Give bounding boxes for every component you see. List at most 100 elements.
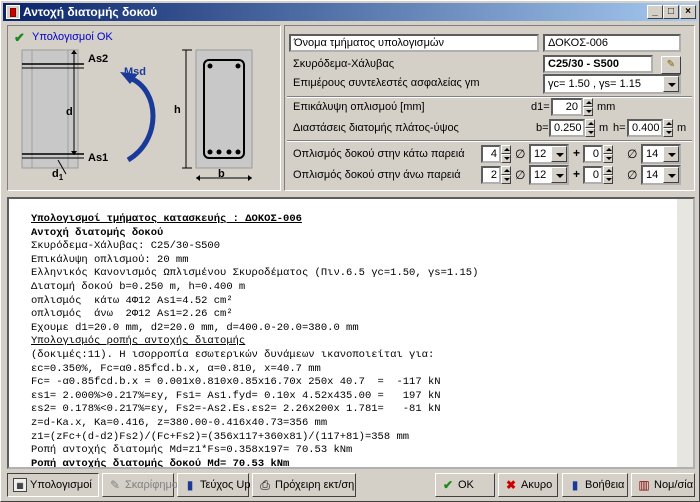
app-icon (6, 5, 20, 19)
material-picker-icon[interactable]: ✎ (661, 56, 681, 74)
material-label: Σκυρόδεμα-Χάλυβας (293, 58, 395, 70)
d-label: d (66, 106, 73, 118)
printer-icon: ⎙ (260, 478, 270, 492)
h-prefix: h= (613, 122, 626, 134)
top-diam1-select[interactable]: 12 (529, 165, 569, 185)
h-unit: m (677, 122, 687, 134)
h-label: h (174, 104, 181, 116)
cancel-button[interactable]: ✖ Ακυρο (498, 473, 558, 497)
help-book-icon: ▮ (571, 478, 579, 492)
report-line: εs1= 2.000%>0.217%=εy, Fs1= As1.fyd= 0.1… (31, 389, 441, 402)
bottom-diam1-select[interactable]: 12 (529, 144, 569, 164)
top-count2-input[interactable]: 0 (583, 166, 603, 184)
help-button[interactable]: ▮ Βοήθεια (562, 473, 628, 497)
report-line: εc=0.350%, Fc=α0.85fcd.b.x, α=0.810, x=4… (31, 362, 321, 375)
beam-diagram (21, 49, 253, 181)
bottom-count2-spinner[interactable] (603, 145, 613, 163)
name-label-box: Όνομα τμήματος υπολογισμών (289, 34, 539, 52)
top-diam2-select[interactable]: 14 (641, 165, 681, 185)
calc-button[interactable]: ▦ Υπολογισμοί (7, 473, 99, 497)
report-line: Υπολογισμός ροπής αντοχής διατομής (31, 335, 246, 348)
draft-print-button[interactable]: ⎙ Πρόχειρη εκτ/ση (252, 473, 356, 497)
report-line: Διατομή δοκού b=0.250 m, h=0.400 m (31, 280, 246, 293)
minimize-button[interactable]: _ (647, 5, 663, 19)
bottom-count2-input[interactable]: 0 (583, 145, 603, 163)
report-line: Ροπή αντοχής διατομής Md=z1*Fs=0.358x197… (31, 444, 353, 457)
close-button[interactable]: × (680, 5, 696, 19)
name-input[interactable]: ΔΟΚΟΣ-006 (543, 34, 681, 52)
diameter-icon: ∅ (627, 168, 638, 182)
report-line: οπλισμός κάτω 4Φ12 As1=4.52 cm² (31, 294, 233, 307)
report-line: Επικάλυψη οπλισμού: 20 mm (31, 253, 189, 266)
h-input[interactable]: 0.400 (627, 119, 663, 137)
chevron-down-icon[interactable] (663, 76, 679, 92)
plus-label: + (573, 167, 581, 181)
report-line: Ροπή αντοχής διατομής δοκού Md= 70.53 kN… (31, 457, 290, 469)
report-line: Υπολογισμοί τμήματος κατασκευής : ΔΟΚΟΣ-… (31, 213, 302, 225)
maximize-button[interactable]: □ (663, 5, 679, 19)
dims-label: Διαστάσεις διατομής πλάτος-ύψος (293, 122, 459, 134)
msd-label: Msd (124, 66, 146, 78)
top-rebar-label: Οπλισμός δοκού στην άνω παρειά (293, 169, 461, 181)
bottom-diam2-select[interactable]: 14 (641, 144, 681, 164)
report-line: οπλισμός άνω 2Φ12 As1=2.26 cm² (31, 308, 233, 321)
ok-button[interactable]: ✔ OK (435, 473, 495, 497)
chevron-down-icon[interactable] (663, 146, 679, 162)
safety-label: Επιμέρους συντελεστές ασφαλείας γm (293, 77, 480, 89)
divider (287, 96, 692, 98)
chevron-down-icon[interactable] (551, 146, 567, 162)
cover-prefix: d1= (531, 101, 550, 113)
report-line: Σκυρόδεμα-Χάλυβας: C25/30-S500 (31, 240, 221, 253)
chevron-down-icon[interactable] (663, 167, 679, 183)
report-line: Εχουμε d1=20.0 mm, d2=20.0 mm, d=400.0-2… (31, 321, 359, 334)
bottom-count1-input[interactable]: 4 (481, 145, 501, 163)
diameter-icon: ∅ (515, 147, 526, 161)
b-input[interactable]: 0.250 (549, 119, 585, 137)
plus-label: + (573, 146, 581, 160)
vertical-scrollbar[interactable] (677, 199, 693, 467)
divider (287, 140, 692, 142)
section-drawing-panel: ✔ Υπολογισμοί ΟΚ As2 As1 Msd d d1 h b (7, 25, 281, 191)
report-line: (δοκιμές:11). Η ισορροπία εσωτερικών δυν… (31, 348, 435, 361)
sketch-button[interactable]: ✎ Σκαρίφημα (102, 473, 178, 497)
top-count1-input[interactable]: 2 (481, 166, 501, 184)
safety-select[interactable]: γc= 1.50 , γs= 1.15 (543, 74, 681, 94)
cover-spinner[interactable] (583, 98, 593, 116)
regulations-button[interactable]: ▥ Νομ/σία (631, 473, 695, 497)
b-spinner[interactable] (585, 119, 595, 137)
cover-label: Επικάλυψη οπλισμού [mm] (293, 101, 425, 113)
check-icon: ✔ (442, 478, 454, 492)
top-count1-spinner[interactable] (501, 166, 511, 184)
binder-button[interactable]: ▮ Τεύχος Up (177, 473, 250, 497)
b-unit: m (599, 122, 609, 134)
report-content: Υπολογισμοί τμήματος κατασκευής : ΔΟΚΟΣ-… (31, 213, 478, 469)
sketch-icon: ✎ (109, 478, 121, 492)
bottom-rebar-label: Οπλισμός δοκού στην κάτω παρειά (293, 148, 465, 160)
cover-input[interactable]: 20 (551, 98, 583, 116)
window-title: Αντοχή διατομής δοκού (23, 5, 158, 19)
books-icon: ▥ (638, 478, 650, 492)
report-line: Αντοχή διατομής δοκού (31, 226, 164, 239)
close-icon: ✖ (505, 478, 517, 492)
report-line: z1=(zFc+(d-d2)Fs2)/(Fc+Fs2)=(356x117+360… (31, 430, 410, 443)
diameter-icon: ∅ (627, 147, 638, 161)
d1-label: d1 (52, 168, 64, 183)
input-form-panel: Όνομα τμήματος υπολογισμών ΔΟΚΟΣ-006 Σκυ… (284, 25, 695, 191)
dialog-window: Αντοχή διατομής δοκού _ □ × ✔ Υπολογισμο… (0, 0, 700, 502)
report-text-area[interactable]: Υπολογισμοί τμήματος κατασκευής : ΔΟΚΟΣ-… (7, 197, 695, 469)
top-count2-spinner[interactable] (603, 166, 613, 184)
chevron-down-icon[interactable] (551, 167, 567, 183)
cover-unit: mm (597, 101, 616, 113)
b-label: b (218, 168, 225, 180)
calculator-icon: ▦ (13, 478, 27, 492)
as2-label: As2 (88, 53, 109, 65)
as1-label: As1 (88, 152, 109, 164)
h-spinner[interactable] (663, 119, 673, 137)
book-icon: ▮ (186, 478, 194, 492)
bottom-count1-spinner[interactable] (501, 145, 511, 163)
report-line: Fc= -α0.85fcd.b.x = 0.001x0.810x0.85x16.… (31, 376, 441, 389)
report-line: z=d-Ka.x, Ka=0.416, z=380.00-0.416x40.73… (31, 416, 328, 429)
diameter-icon: ∅ (515, 168, 526, 182)
report-line: εs2= 0.178%<0.217%=εy, Fs2=-As2.Es.εs2= … (31, 403, 441, 416)
material-field[interactable]: C25/30 - S500 (543, 55, 653, 73)
